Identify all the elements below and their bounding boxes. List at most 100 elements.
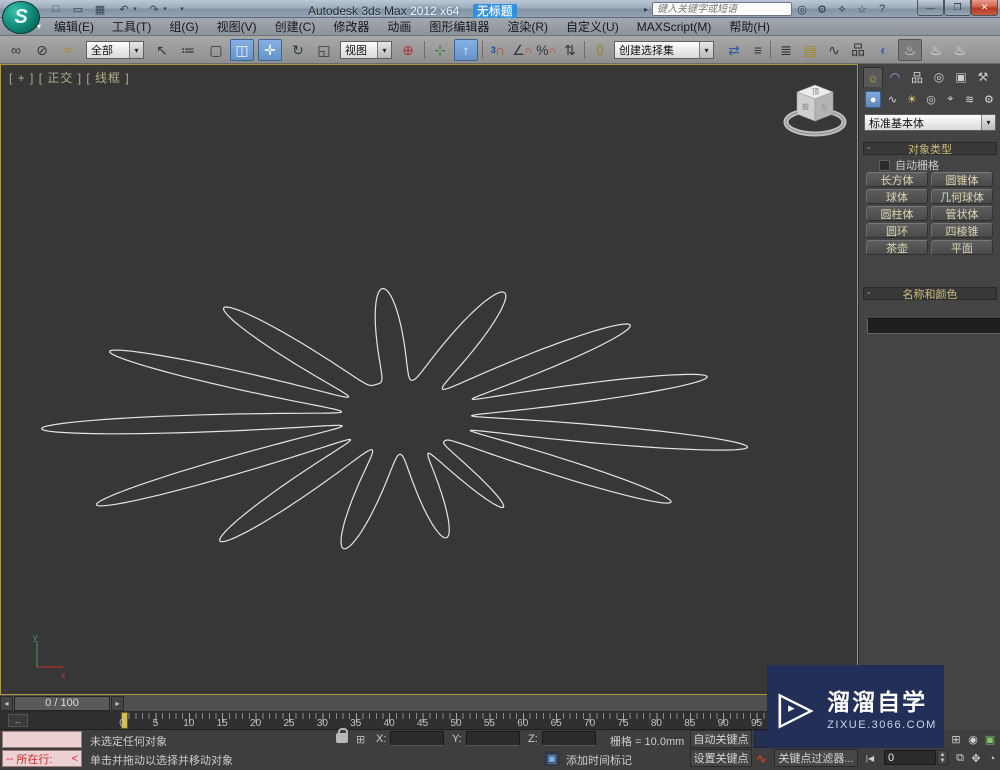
frame-spinner[interactable]: ▲ ▼ — [937, 750, 948, 765]
new-key-filter-icon[interactable]: ∿ — [756, 751, 767, 767]
object-type-rollout-header[interactable]: - 对象类型 — [863, 142, 997, 156]
tab-create[interactable]: ☼ — [863, 67, 883, 87]
subtab-geometry[interactable]: ● — [865, 91, 882, 108]
object-button-7[interactable]: 四棱锥 — [931, 223, 993, 238]
object-button-2[interactable]: 球体 — [866, 189, 928, 204]
tab-display[interactable]: ▣ — [951, 67, 971, 87]
curve-editor-icon[interactable]: ∿ — [822, 39, 846, 61]
menu-item-8[interactable]: 渲染(R) — [498, 18, 557, 35]
menu-item-0[interactable]: 编辑(E) — [45, 18, 103, 35]
menu-item-10[interactable]: MAXScript(M) — [628, 20, 721, 34]
reference-coordinate-dropdown[interactable]: 视图 ▾ — [340, 41, 392, 59]
isolate-selection-icon[interactable]: ▣ — [544, 751, 560, 766]
maxscript-mini-listener[interactable] — [2, 731, 82, 748]
undo-dropdown-icon[interactable]: ▾ — [130, 1, 140, 17]
select-and-rotate-icon[interactable]: ↻ — [286, 39, 310, 61]
object-button-1[interactable]: 圆锥体 — [931, 172, 993, 187]
edit-named-sets-icon[interactable]: {} — [588, 39, 612, 61]
trackbar-toggle-icon[interactable]: ↔ — [8, 714, 28, 727]
name-color-rollout-header[interactable]: - 名称和颜色 — [863, 287, 997, 301]
select-and-manipulate-icon[interactable]: ⊹ — [428, 39, 452, 61]
save-file-icon[interactable]: ▦ — [90, 1, 110, 17]
tab-hierarchy[interactable]: 品 — [907, 67, 927, 87]
mirror-icon[interactable]: ⇄ — [722, 39, 746, 61]
tab-utilities[interactable]: ⚒ — [973, 67, 993, 87]
primitive-category-dropdown[interactable]: 标准基本体 ▾ — [864, 114, 996, 131]
key-filters-button[interactable]: 关键点过滤器... — [774, 749, 858, 767]
menu-item-1[interactable]: 工具(T) — [103, 18, 160, 35]
quick-access-options-icon[interactable]: ▾ — [176, 1, 188, 17]
layer-manager-icon[interactable]: ≣ — [774, 39, 798, 61]
object-button-9[interactable]: 平面 — [931, 240, 993, 255]
subscription-icon[interactable]: ⚙ — [812, 2, 832, 16]
selection-region-icon[interactable]: ▢ — [204, 39, 228, 61]
menu-item-9[interactable]: 自定义(U) — [557, 18, 628, 35]
subtab-lights[interactable]: ☀ — [904, 91, 920, 108]
percent-snap-icon[interactable]: % ∩ — [534, 39, 558, 61]
snap-toggle-3d-icon[interactable]: 3 ∩ — [486, 39, 510, 61]
use-pivot-center-icon[interactable]: ⊕ — [396, 39, 420, 61]
subtab-shapes[interactable]: ∿ — [884, 91, 900, 108]
tab-modify[interactable]: ◠ — [885, 67, 905, 87]
object-button-4[interactable]: 圆柱体 — [866, 206, 928, 221]
y-coordinate-field[interactable] — [466, 731, 520, 746]
selection-lock-icon[interactable] — [336, 728, 348, 743]
minimize-button[interactable]: — — [917, 0, 944, 16]
ribbon-toggle-icon[interactable]: ▤ — [798, 39, 822, 61]
collapse-icon[interactable]: - — [867, 143, 870, 154]
next-frame-arrow[interactable]: ▸ — [111, 695, 124, 711]
viewport[interactable]: [ + ] [ 正交 ] [ 线框 ] 顶 前 左 y x — [0, 64, 858, 695]
collapse-icon[interactable]: - — [867, 288, 870, 299]
open-file-icon[interactable]: ▭ — [68, 1, 88, 17]
object-button-6[interactable]: 圆环 — [866, 223, 928, 238]
subtab-cameras[interactable]: ◎ — [923, 91, 939, 108]
render-production-icon[interactable]: ♨ — [948, 39, 972, 61]
search-icon[interactable]: ◎ — [792, 2, 812, 16]
select-and-move-icon[interactable]: ✛ — [258, 39, 282, 61]
absolute-mode-icon[interactable]: ⊞ — [356, 733, 365, 746]
material-editor-icon[interactable]: ◐ — [872, 39, 896, 61]
selection-filter-dropdown[interactable]: 全部 ▾ — [86, 41, 144, 59]
menu-item-11[interactable]: 帮助(H) — [720, 18, 779, 35]
menu-item-4[interactable]: 创建(C) — [266, 18, 325, 35]
subtab-helpers[interactable]: ⌖ — [942, 91, 958, 108]
select-and-scale-icon[interactable]: ◱ — [312, 39, 336, 61]
pan-view-icon[interactable]: ✥ — [968, 751, 984, 766]
communication-center-icon[interactable]: ⟡ — [832, 2, 852, 16]
select-and-link-icon[interactable]: ∞ — [4, 39, 28, 61]
select-by-name-icon[interactable]: ≔ — [176, 39, 200, 61]
go-to-start-icon[interactable]: |◀ — [862, 751, 878, 766]
favorites-icon[interactable]: ☆ — [852, 2, 872, 16]
object-button-8[interactable]: 茶壶 — [866, 240, 928, 255]
time-slider-handle[interactable]: 0 / 100 — [14, 695, 110, 711]
track-bar[interactable]: ↔ 0 5 10 15 20 25 30 35 40 45 50 55 60 65 70 75 80 85 90 95… — [0, 712, 858, 730]
window-crossing-icon[interactable]: ◫ — [230, 39, 254, 61]
menu-item-5[interactable]: 修改器 — [324, 18, 378, 35]
previous-frame-arrow[interactable]: ◂ — [0, 695, 13, 711]
menu-item-2[interactable]: 组(G) — [160, 18, 207, 35]
help-icon[interactable]: ? — [872, 2, 892, 16]
current-frame-field[interactable] — [884, 750, 936, 765]
key-mode-toggle-icon[interactable]: ⧉ — [952, 751, 968, 766]
dropdown-arrow-icon[interactable]: ▾ — [129, 42, 143, 58]
schematic-view-icon[interactable]: 品 — [846, 39, 870, 61]
object-button-3[interactable]: 几何球体 — [931, 189, 993, 204]
auto-key-button[interactable]: 自动关键点 — [690, 730, 752, 748]
zoom-extents-all-icon[interactable]: ▣ — [982, 732, 998, 747]
menu-item-6[interactable]: 动画 — [378, 18, 420, 35]
bind-to-spacewarp-icon[interactable]: ≈ — [56, 39, 80, 61]
spinner-snap-icon[interactable]: ⇅ — [558, 39, 582, 61]
zoom-extents-icon[interactable]: ◉ — [965, 732, 981, 747]
maximize-button[interactable]: ❐ — [944, 0, 971, 16]
new-file-icon[interactable]: □ — [46, 1, 66, 17]
autogrid-checkbox[interactable] — [879, 159, 890, 171]
close-button[interactable]: ✕ — [971, 0, 998, 16]
viewcube-top-label[interactable]: 顶 — [812, 88, 819, 96]
named-selection-sets-dropdown[interactable]: 创建选择集 ▾ — [614, 41, 714, 59]
search-input[interactable] — [652, 2, 792, 16]
dropdown-arrow-icon[interactable]: ▾ — [377, 42, 391, 58]
set-key-button[interactable]: 设置关键点 — [690, 749, 752, 767]
x-coordinate-field[interactable] — [390, 731, 444, 746]
align-icon[interactable]: ≡ — [746, 39, 770, 61]
search-history-icon[interactable]: ▸ — [640, 5, 652, 14]
